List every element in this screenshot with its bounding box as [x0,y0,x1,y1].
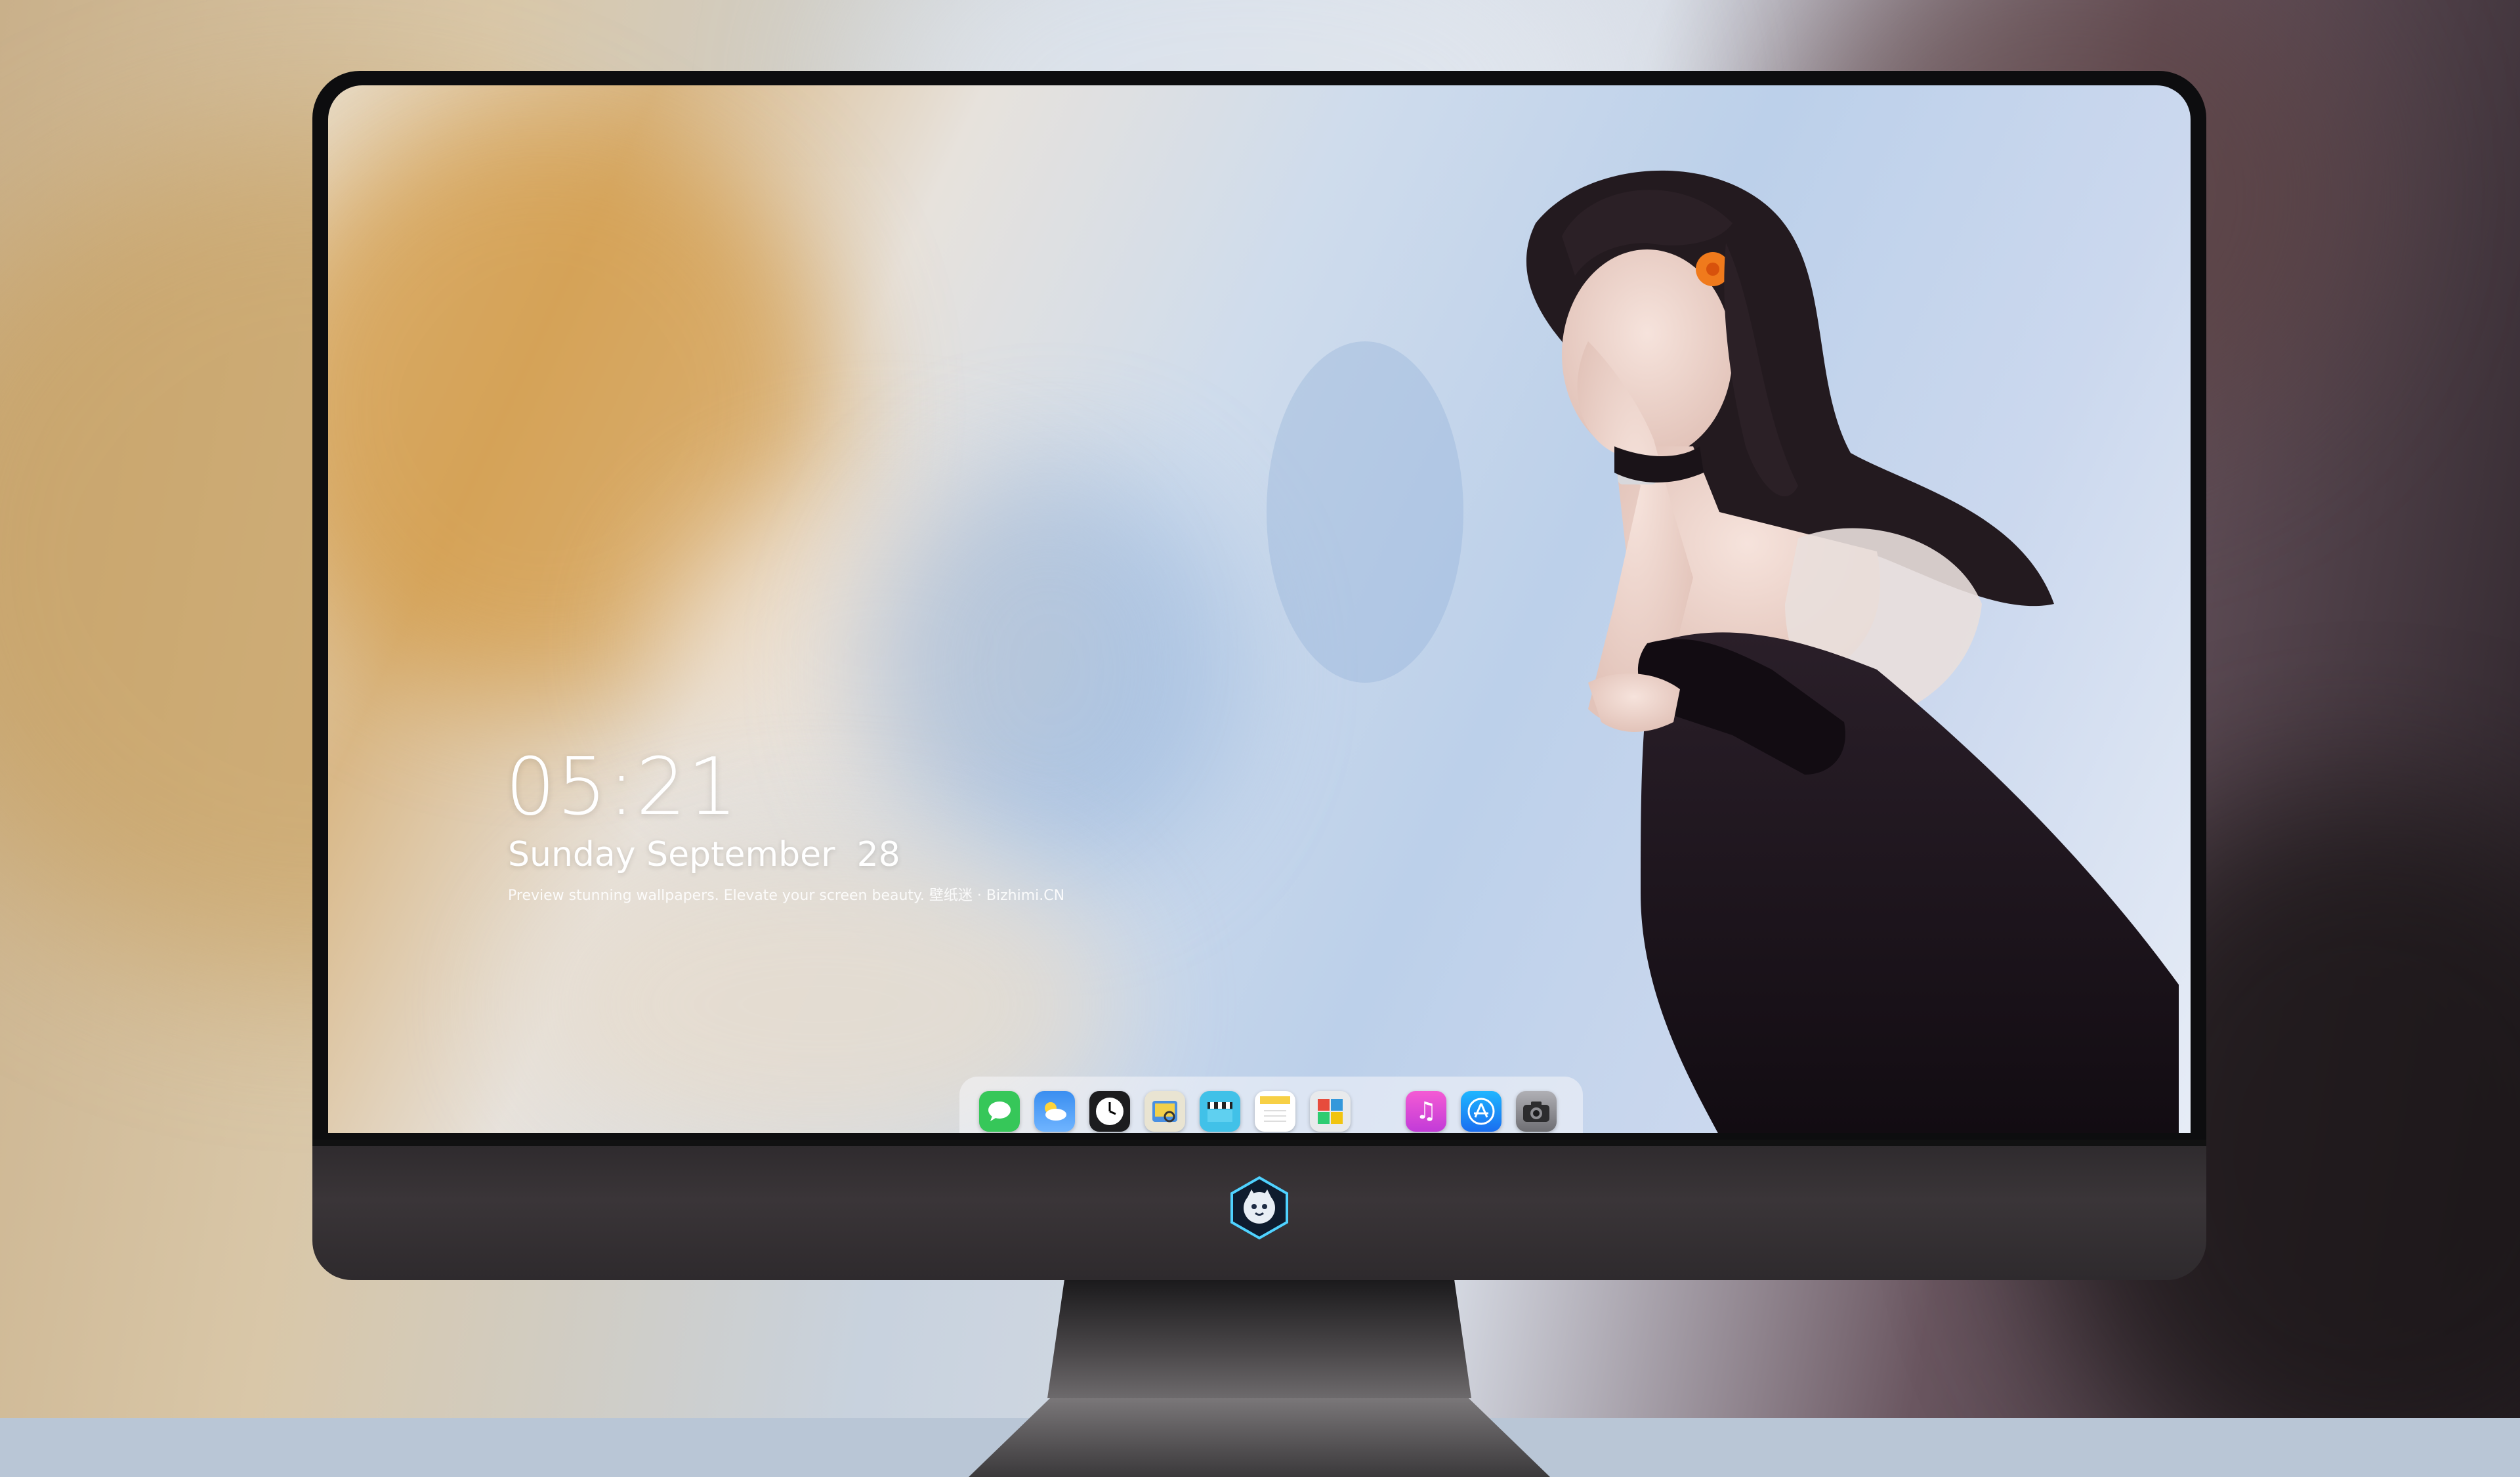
monitor-bezel: 05:21 Sunday September 28 Preview stunni… [312,71,2206,1141]
camera-icon[interactable] [1516,1091,1557,1132]
monitor-stand-base [969,1398,1550,1477]
music-icon[interactable]: ♫ [1406,1091,1446,1132]
lock-screen-tagline: Preview stunning wallpapers. Elevate you… [508,888,1065,904]
clock-icon[interactable] [1089,1091,1130,1132]
wallpaper-subject-image [1267,170,2179,1133]
dock: ♫ [959,1077,1583,1133]
lock-screen-clock: 05:21 [505,742,739,833]
photo-booth-icon[interactable] [1310,1091,1351,1132]
monitor: 05:21 Sunday September 28 Preview stunni… [312,71,2206,1477]
weather-icon[interactable] [1034,1091,1075,1132]
lock-screen-date: Sunday September 28 [508,835,900,874]
preview-icon[interactable] [1144,1091,1185,1132]
notes-icon[interactable] [1255,1091,1295,1132]
messages-icon[interactable] [979,1091,1020,1132]
app-store-icon[interactable] [1461,1091,1502,1132]
monitor-stand-neck [1047,1280,1471,1398]
lock-screen: 05:21 Sunday September 28 Preview stunni… [328,85,2191,1133]
clips-icon[interactable] [1200,1091,1240,1132]
mascot-logo-icon [1230,1176,1288,1240]
